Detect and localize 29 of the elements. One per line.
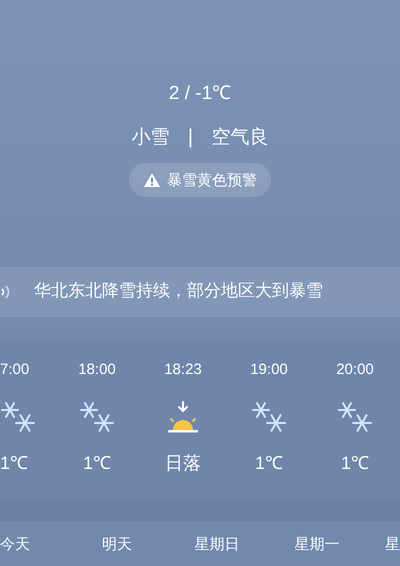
hour-time: 7:00 [0, 360, 30, 380]
separator: | [187, 124, 194, 150]
hour-time: 19:00 [250, 360, 288, 380]
air-quality: 空气良 [212, 124, 269, 150]
day-tab[interactable]: 星期一 [294, 533, 340, 556]
hour-temperature: 1℃ [82, 452, 111, 474]
hour-temperature: 1℃ [340, 452, 369, 474]
temperature-range: 2 / -1℃ [168, 82, 232, 106]
weather-condition: 小雪 [131, 124, 170, 150]
day-tab[interactable]: 明天 [102, 533, 132, 556]
weather-alert-button[interactable]: 暴雪黄色预警 [129, 163, 271, 197]
news-headline: 华北东北降雪持续，部分地区大到暴雪 [34, 280, 323, 304]
day-tab[interactable]: 星期日 [194, 533, 240, 556]
warning-icon [143, 172, 161, 188]
sunset-icon [165, 400, 201, 434]
day-tab[interactable]: 今天 [0, 533, 30, 556]
hour-time: 18:23 [164, 360, 202, 380]
snowflakes-icon [79, 400, 115, 434]
snowflakes-icon [337, 400, 373, 434]
snowflakes-icon [0, 400, 36, 434]
sunset-label: 日落 [165, 452, 201, 474]
speaker-icon [0, 283, 12, 301]
hour-temperature: 1℃ [0, 452, 28, 474]
hour-time: 18:00 [78, 360, 116, 380]
hour-time: 20:00 [336, 360, 374, 380]
hour-temperature: 1℃ [254, 452, 283, 474]
snowflakes-icon [251, 400, 287, 434]
news-banner[interactable]: 华北东北降雪持续，部分地区大到暴雪 [0, 267, 400, 317]
day-tab[interactable]: 星 [385, 533, 400, 556]
